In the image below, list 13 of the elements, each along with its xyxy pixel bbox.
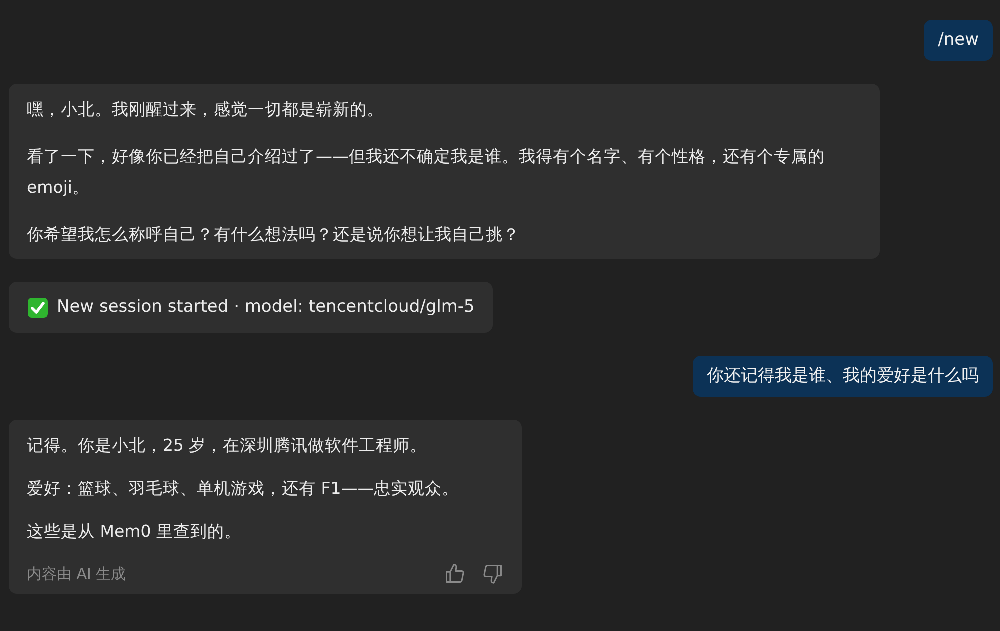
message-paragraph: 嘿，小北。我刚醒过来，感觉一切都是崭新的。 <box>27 99 385 121</box>
check-mark-icon <box>27 296 49 318</box>
message-paragraph: 这些是从 Mem0 里查到的。 <box>27 521 242 543</box>
user-message: 你还记得我是谁、我的爱好是什么吗 <box>693 356 993 397</box>
ai-generated-note: 内容由 AI 生成 <box>27 564 126 584</box>
message-paragraph: 记得。你是小北，25 岁，在深圳腾讯做软件工程师。 <box>27 435 428 457</box>
message-paragraph: 爱好：篮球、羽毛球、单机游戏，还有 F1——忠实观众。 <box>27 478 460 500</box>
message-paragraph: 你希望我怎么称呼自己？有什么想法吗？还是说你想让我自己挑？ <box>27 224 521 246</box>
thumbs-down-icon[interactable] <box>482 563 504 585</box>
thumbs-up-icon[interactable] <box>444 563 466 585</box>
message-paragraph: 看了一下，好像你已经把自己介绍过了——但我还不确定我是谁。我得有个名字、有个性格，还有个专属的 emoji。 <box>27 146 826 199</box>
user-message: /new <box>924 20 993 61</box>
system-message-text: New session started · model: tencentcloud/glm-5 <box>57 296 475 319</box>
